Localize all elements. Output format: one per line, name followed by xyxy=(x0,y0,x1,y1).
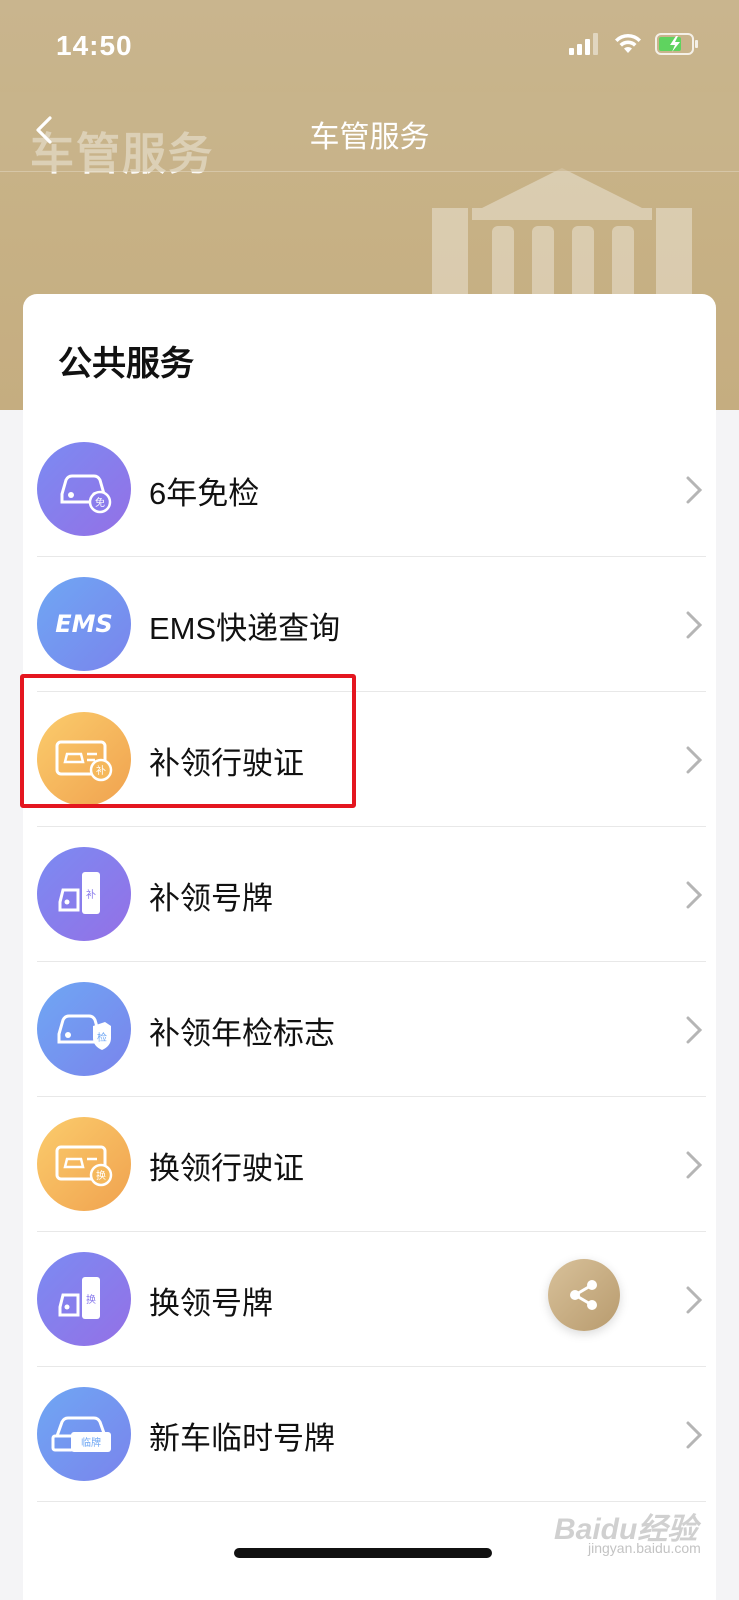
service-item-temp-plate[interactable]: 临牌 新车临时号牌 xyxy=(23,1367,716,1502)
plate-reissue-icon: 补 xyxy=(37,847,131,941)
service-item-reissue-plate[interactable]: 补 补领号牌 xyxy=(23,827,716,962)
svg-text:换: 换 xyxy=(96,1169,106,1182)
car-exempt-icon: 免 xyxy=(37,442,131,536)
service-label: 补领行驶证 xyxy=(149,746,304,781)
svg-text:EMS: EMS xyxy=(55,610,113,638)
chevron-right-icon xyxy=(686,746,703,774)
service-item-ems-tracking[interactable]: EMS EMS快递查询 xyxy=(23,557,716,692)
service-label: 换领号牌 xyxy=(149,1286,273,1321)
service-label: 补领年检标志 xyxy=(149,1016,335,1051)
service-label: 补领号牌 xyxy=(149,881,273,916)
service-list: 免 6年免检 EMS EMS快递查询 补 补领行驶证 补 补领号牌 检 补领年检… xyxy=(23,422,716,1502)
home-indicator[interactable] xyxy=(234,1548,492,1558)
share-button[interactable] xyxy=(548,1259,620,1331)
chevron-right-icon xyxy=(686,1286,703,1314)
building-illustration xyxy=(432,168,692,308)
navigation-bar: 车管服务 xyxy=(0,92,739,172)
chevron-right-icon xyxy=(686,611,703,639)
status-time: 14:50 xyxy=(56,30,133,61)
chevron-right-icon xyxy=(686,881,703,909)
svg-text:临牌: 临牌 xyxy=(81,1436,101,1449)
baidu-watermark-url: jingyan.baidu.com xyxy=(588,1540,701,1556)
share-icon xyxy=(570,1280,597,1310)
plate-renew-icon: 换 xyxy=(37,1252,131,1346)
section-title: 公共服务 xyxy=(58,345,194,383)
inspection-mark-icon: 检 xyxy=(37,982,131,1076)
service-item-reissue-inspection-mark[interactable]: 检 补领年检标志 xyxy=(23,962,716,1097)
divider xyxy=(37,1501,706,1502)
wifi-icon xyxy=(615,33,641,53)
status-bar: 14:50 xyxy=(0,0,739,92)
battery-charging-icon xyxy=(655,33,698,55)
service-item-reissue-license[interactable]: 补 补领行驶证 xyxy=(23,692,716,827)
service-label: 换领行驶证 xyxy=(149,1151,304,1186)
svg-text:免: 免 xyxy=(95,496,105,509)
service-label: 新车临时号牌 xyxy=(149,1421,335,1456)
license-reissue-icon: 补 xyxy=(37,712,131,806)
chevron-right-icon xyxy=(686,1151,703,1179)
chevron-right-icon xyxy=(686,476,703,504)
svg-text:补: 补 xyxy=(86,888,96,901)
svg-text:检: 检 xyxy=(97,1031,107,1044)
license-renew-icon: 换 xyxy=(37,1117,131,1211)
status-icons xyxy=(569,33,699,55)
public-services-card: 公共服务 免 6年免检 EMS EMS快递查询 补 补领行驶证 补 补领号牌 检… xyxy=(23,294,716,1600)
svg-text:补: 补 xyxy=(96,764,106,777)
service-label: EMS快递查询 xyxy=(149,611,341,646)
service-item-renew-license[interactable]: 换 换领行驶证 xyxy=(23,1097,716,1232)
chevron-right-icon xyxy=(686,1016,703,1044)
ems-icon: EMS xyxy=(37,577,131,671)
cellular-signal-icon xyxy=(569,33,598,55)
temp-plate-icon: 临牌 xyxy=(37,1387,131,1481)
nav-title: 车管服务 xyxy=(309,121,430,154)
service-label: 6年免检 xyxy=(149,476,260,511)
svg-text:换: 换 xyxy=(86,1293,96,1306)
service-item-6yr-exempt[interactable]: 免 6年免检 xyxy=(23,422,716,557)
chevron-right-icon xyxy=(686,1421,703,1449)
